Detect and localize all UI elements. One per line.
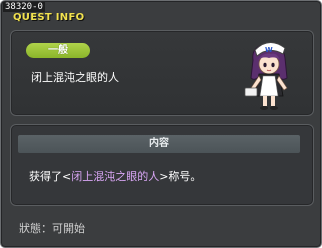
status-label: 狀態 [19, 222, 41, 235]
content-title-highlight: 闭上混沌之眼的人 [71, 170, 160, 183]
content-text-suffix: >称号。 [159, 170, 202, 183]
svg-text:W: W [265, 46, 273, 54]
status-separator: ： [41, 222, 52, 235]
quest-info-window: 38320-0 QUEST INFO 一般 闭上混沌之眼的人 W 内容 获得了<… [0, 0, 322, 248]
quest-name: 闭上混沌之眼的人 [31, 71, 119, 84]
quest-status: 狀態：可開始 [19, 222, 85, 235]
quest-summary-panel: 一般 闭上混沌之眼的人 W [10, 30, 314, 116]
window-title: QUEST INFO [13, 12, 85, 23]
quest-content-panel: 内容 获得了<闭上混沌之眼的人>称号。 [10, 124, 314, 206]
quest-category-badge: 一般 [26, 43, 90, 58]
content-description: 获得了<闭上混沌之眼的人>称号。 [29, 170, 201, 183]
content-text-prefix: 获得了< [29, 170, 72, 183]
content-header: 内容 [18, 135, 300, 153]
maid-girl-npc-icon: W [244, 42, 288, 110]
status-value: 可開始 [52, 222, 85, 235]
quest-id-label: 38320-0 [3, 2, 45, 12]
